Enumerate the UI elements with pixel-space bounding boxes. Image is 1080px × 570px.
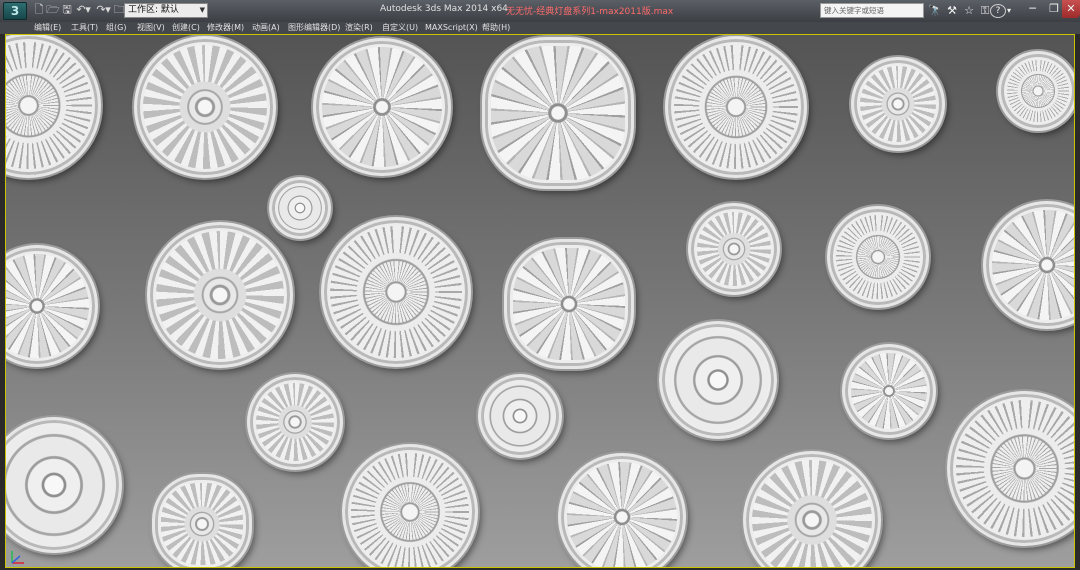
ceiling-medallion[interactable]: [659, 321, 777, 439]
menu-modifiers[interactable]: 修改器(M): [207, 22, 244, 34]
ceiling-medallion[interactable]: [688, 203, 780, 295]
redo-dropdown-icon[interactable]: ▾: [104, 3, 112, 17]
ceiling-medallion[interactable]: [342, 444, 478, 567]
ceiling-medallion[interactable]: [743, 451, 881, 567]
title-bar: 3 🗋 🗁 🖫 ↶ ▾ ↷ ▾ 🗀 工作区: 默认 ▼ Autodesk 3ds…: [0, 0, 1080, 22]
tools-icon[interactable]: ⚒: [945, 3, 959, 18]
ceiling-medallion[interactable]: [504, 239, 634, 369]
menu-help[interactable]: 帮助(H): [482, 22, 510, 34]
minimize-button[interactable]: ─: [1019, 0, 1046, 18]
axis-gizmo-icon: [11, 551, 24, 564]
ceiling-medallion[interactable]: [558, 453, 686, 567]
star-icon[interactable]: ☆: [962, 3, 976, 18]
binoculars-icon[interactable]: 🔭: [928, 3, 942, 18]
chevron-down-icon: ▼: [199, 6, 205, 14]
open-folder-icon[interactable]: 🗁: [46, 3, 60, 17]
ceiling-medallion[interactable]: [269, 177, 331, 239]
help-icon[interactable]: ?: [990, 4, 1006, 18]
app-logo-icon[interactable]: 3: [3, 2, 27, 20]
ceiling-medallion[interactable]: [147, 222, 293, 368]
ceiling-medallion[interactable]: [6, 245, 98, 367]
ceiling-medallion[interactable]: [851, 57, 945, 151]
menu-rendering[interactable]: 渲染(R): [345, 22, 373, 34]
menu-create[interactable]: 创建(C): [172, 22, 200, 34]
menu-views[interactable]: 视图(V): [137, 22, 165, 34]
window-title: Autodesk 3ds Max 2014 x64: [380, 4, 508, 14]
help-dropdown-icon[interactable]: ▾: [1005, 3, 1013, 18]
ceiling-medallion[interactable]: [6, 35, 101, 178]
ceiling-medallion[interactable]: [6, 417, 122, 553]
ceiling-medallion[interactable]: [321, 217, 471, 367]
menu-maxscript[interactable]: MAXScript(X): [425, 22, 478, 34]
search-input[interactable]: 键入关键字或短语: [820, 3, 924, 18]
ceiling-medallion[interactable]: [134, 36, 276, 178]
ceiling-medallion[interactable]: [482, 37, 634, 189]
ceiling-medallion[interactable]: [842, 344, 936, 438]
workspace-label: 工作区: 默认: [128, 5, 179, 15]
ceiling-medallion[interactable]: [665, 36, 807, 178]
menu-group[interactable]: 组(G): [106, 22, 126, 34]
file-name: 无无忧-经典灯盘系列1-max2011版.max: [506, 7, 674, 17]
ceiling-medallion[interactable]: [152, 474, 252, 567]
menu-tools[interactable]: 工具(T): [71, 22, 98, 34]
menu-customize[interactable]: 自定义(U): [382, 22, 418, 34]
menu-graph-editors[interactable]: 图形编辑器(D): [288, 22, 340, 34]
menu-edit[interactable]: 编辑(E): [34, 22, 61, 34]
save-icon[interactable]: 🖫: [60, 3, 74, 17]
ceiling-medallion[interactable]: [983, 201, 1074, 329]
close-button[interactable]: ✕: [1062, 0, 1080, 18]
ceiling-medallion[interactable]: [313, 38, 451, 176]
perspective-viewport[interactable]: [5, 34, 1075, 568]
ceiling-medallion[interactable]: [998, 51, 1074, 131]
new-file-icon[interactable]: 🗋: [32, 3, 46, 17]
ceiling-medallion[interactable]: [947, 391, 1074, 546]
workspace-dropdown[interactable]: 工作区: 默认 ▼: [124, 3, 208, 18]
menu-animation[interactable]: 动画(A): [252, 22, 280, 34]
undo-dropdown-icon[interactable]: ▾: [84, 3, 92, 17]
menu-bar: 编辑(E) 工具(T) 组(G) 视图(V) 创建(C) 修改器(M) 动画(A…: [0, 22, 1080, 34]
ceiling-medallion[interactable]: [247, 374, 343, 470]
ceiling-medallion[interactable]: [478, 374, 562, 458]
restore-button[interactable]: ❐: [1046, 0, 1062, 18]
ceiling-medallion[interactable]: [827, 206, 929, 308]
